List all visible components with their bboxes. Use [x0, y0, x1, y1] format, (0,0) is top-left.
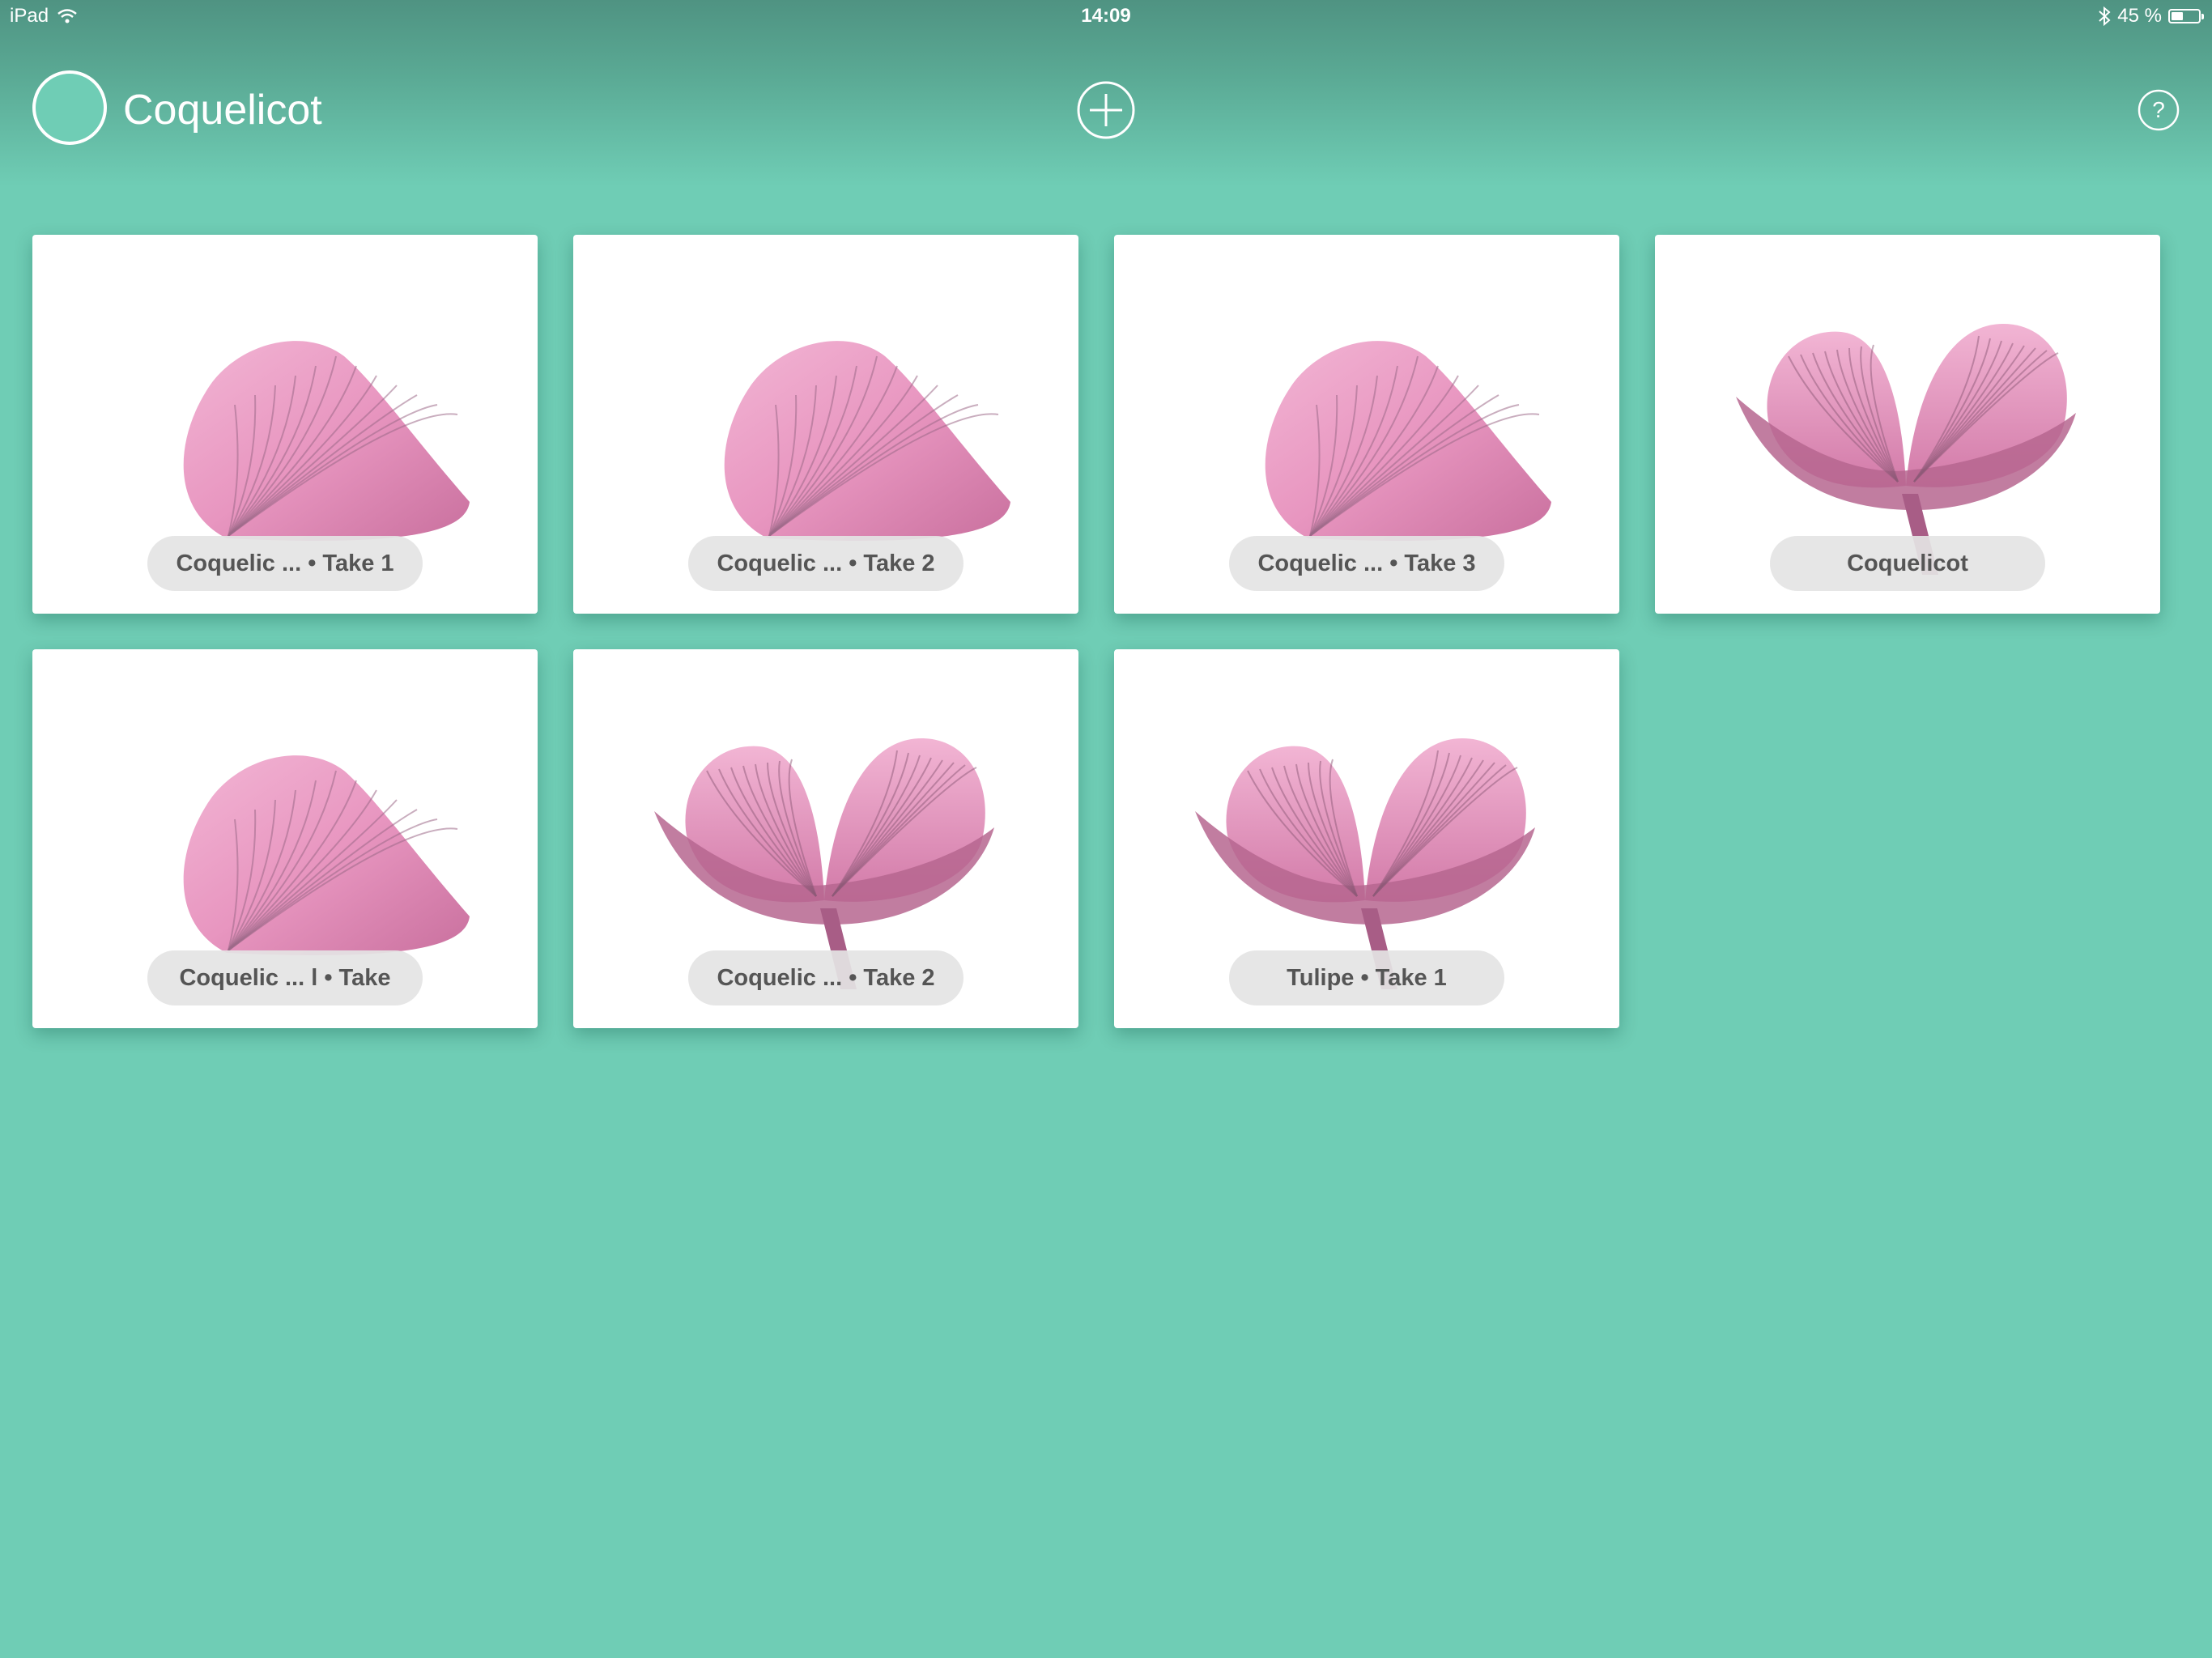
status-time: 14:09 — [1081, 5, 1131, 27]
project-card[interactable]: Coquelic ... • Take 2 — [573, 235, 1078, 614]
bluetooth-icon — [2099, 6, 2111, 26]
project-label: Coquelic ... l • Take — [147, 950, 423, 1005]
battery-percent: 45 % — [2117, 5, 2162, 27]
project-label: Coquelicot — [1770, 536, 2045, 591]
project-label: Coquelic ... • Take 3 — [1229, 536, 1504, 591]
project-card[interactable]: Coquelic ... • Take 3 — [1114, 235, 1619, 614]
battery-icon — [2168, 9, 2204, 23]
question-circle-icon[interactable]: ? — [2138, 89, 2180, 131]
status-bar: iPad 14:09 45 % — [0, 0, 2212, 32]
plus-circle-icon[interactable] — [1077, 81, 1135, 139]
status-right: 45 % — [2098, 5, 2204, 28]
project-card[interactable]: Coquelicot — [1655, 235, 2160, 614]
project-card[interactable]: Tulipe • Take 1 — [1114, 649, 1619, 1028]
battery-level — [2172, 12, 2183, 20]
project-grid: Coquelic ... • Take 1 Coquelic ... • Tak… — [32, 235, 2160, 1028]
page-title: Coquelicot — [123, 87, 322, 134]
project-card[interactable]: Coquelic ... l • Take — [32, 649, 538, 1028]
project-label: Tulipe • Take 1 — [1229, 950, 1504, 1005]
project-card[interactable]: Coquelic ... • Take 1 — [32, 235, 538, 614]
project-label: Coquelic ... • Take 2 — [688, 536, 963, 591]
project-label: Coquelic ... • Take 2 — [688, 950, 963, 1005]
project-label: Coquelic ... • Take 1 — [147, 536, 423, 591]
svg-text:?: ? — [2152, 97, 2165, 122]
avatar[interactable] — [32, 70, 107, 145]
project-card[interactable]: Coquelic ... • Take 2 — [573, 649, 1078, 1028]
